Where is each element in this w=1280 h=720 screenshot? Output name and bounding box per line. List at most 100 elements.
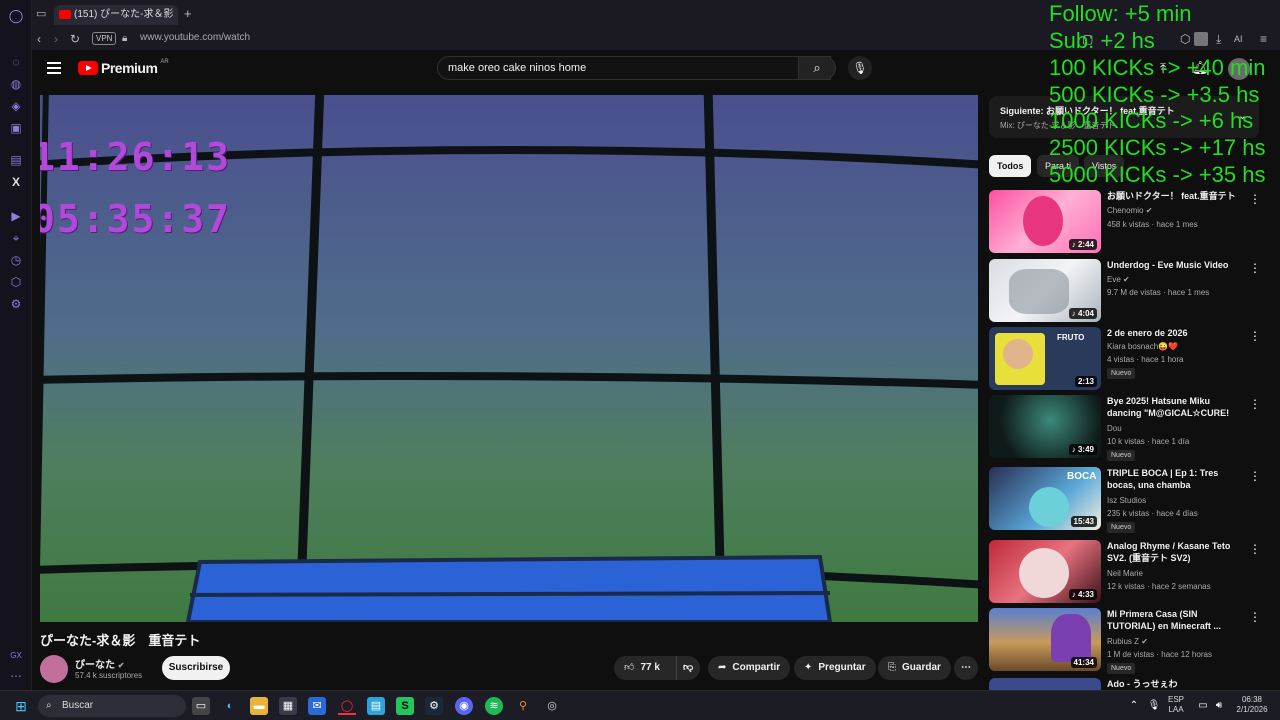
sidebar-aria-icon[interactable]: ◌ (8, 54, 24, 70)
rec-channel: Kiara bosnach😜❤️ (1107, 342, 1179, 351)
back-icon[interactable]: ‹ (37, 31, 41, 47)
download-icon[interactable]: ⤓ (1216, 31, 1221, 47)
more-options-icon[interactable]: ⋮ (1249, 192, 1261, 206)
like-button[interactable]: 👍︎ 77 k (614, 656, 676, 680)
more-options-icon[interactable]: ⋮ (1249, 542, 1261, 556)
rec-meta: 12 k vistas · hace 2 semanas (1107, 582, 1211, 591)
list-item[interactable]: Ado - うっせぇわ (989, 678, 1269, 690)
list-item[interactable]: 41:34 Mi Primera Casa (SIN TUTORIAL) en … (989, 608, 1269, 674)
store-icon[interactable]: ▦ (279, 697, 297, 715)
voice-search-button[interactable]: 🎙︎ (848, 56, 872, 80)
overlay-line: 2500 KICKs -> +17 hs (1049, 135, 1266, 160)
tab-youtube[interactable]: (151) ぴーなた-求＆影 重音テ (54, 5, 178, 25)
save-button[interactable]: ⎘ Guardar (878, 656, 951, 680)
sidebar-play-icon[interactable]: ▶ (8, 208, 24, 224)
share-button[interactable]: ➦ Compartir (708, 656, 791, 680)
dislike-button[interactable]: 👎︎ (676, 656, 700, 680)
app-s-icon[interactable]: S (396, 697, 414, 715)
overlay-line: Sub: +2 hs (1049, 28, 1155, 53)
video-player[interactable]: 11:26:13 05:35:37 (40, 95, 978, 622)
opera-gx-icon[interactable]: ◯ (338, 697, 356, 715)
sidebar-player-icon[interactable]: ▣ (8, 120, 24, 136)
vpn-badge[interactable]: VPN (92, 32, 117, 45)
rec-meta: 1 M de vistas · hace 12 horas (1107, 650, 1212, 659)
video-thumbnail[interactable] (989, 678, 1101, 690)
ai-button[interactable]: AI (1234, 31, 1243, 47)
spotify-icon[interactable]: ≋ (485, 697, 503, 715)
tab-title: (151) ぴーなた-求＆影 重音テ (74, 9, 178, 20)
more-options-icon[interactable]: ⋮ (1249, 610, 1261, 624)
opera-logo-icon[interactable]: ◯ (8, 8, 24, 24)
file-explorer-icon[interactable]: ▬ (250, 697, 268, 715)
forward-icon[interactable]: › (54, 31, 58, 47)
microphone-tray-icon[interactable]: 🎙︎ (1145, 697, 1163, 715)
language-indicator[interactable]: ESP LAA (1168, 695, 1184, 715)
extensions-icon[interactable]: ⬡ (1180, 31, 1190, 47)
list-item[interactable]: ♪ 3:49 Bye 2025! Hatsune Miku dancing "M… (989, 395, 1269, 461)
list-item[interactable]: FRUTO 2:13 2 de enero de 2026 Kiara bosn… (989, 327, 1269, 391)
sidebar-pin-icon[interactable]: ⌖ (8, 230, 24, 246)
sidebar-history-icon[interactable]: ◷ (8, 252, 24, 268)
menu-icon[interactable]: ≡ (1260, 31, 1267, 47)
task-view-icon[interactable]: ▭ (192, 697, 210, 715)
obs-icon[interactable]: ◎ (543, 697, 561, 715)
more-options-icon[interactable]: ⋮ (1249, 329, 1261, 343)
youtube-logo[interactable]: Premium AR (78, 59, 169, 77)
rec-channel: Eve ✔ (1107, 275, 1130, 284)
video-thumbnail[interactable]: 41:34 (989, 608, 1101, 671)
sidebar-gx-icon[interactable]: GX (8, 648, 24, 664)
list-item[interactable]: ♪ 4:04 Underdog - Eve Music Video Eve ✔ … (989, 259, 1269, 323)
list-item[interactable]: ♪ 4:33 Analog Rhyme / Kasane Teto SV2. (… (989, 540, 1269, 604)
new-badge: Nuevo (1107, 522, 1136, 533)
overlay-line: Follow: +5 min (1049, 1, 1192, 26)
rec-meta: 458 k vistas · hace 1 mes (1107, 220, 1198, 229)
sidebar-twitch-icon[interactable]: ▤ (8, 152, 24, 168)
search-button[interactable]: ⌕ (798, 56, 836, 80)
subscribe-button[interactable]: Suscribirse (162, 656, 230, 680)
more-options-icon[interactable]: ⋮ (1249, 261, 1261, 275)
windows-start-icon[interactable]: ⊞ (12, 697, 30, 715)
video-thumbnail[interactable]: ♪ 4:33 (989, 540, 1101, 603)
channel-name[interactable]: ぴーなた ✔ (75, 656, 124, 671)
list-item[interactable]: ♪ 2:44 お願いドクター！ feat.重音テト Chenomio ✔ 458… (989, 190, 1269, 254)
sidebar-more-icon[interactable]: ⋯ (8, 668, 24, 684)
duration-badge: 2:13 (1074, 376, 1097, 387)
video-thumbnail[interactable]: ♪ 2:44 (989, 190, 1101, 253)
search-app-icon[interactable]: ⚲ (514, 697, 532, 715)
sidebar-messenger-icon[interactable]: ◈ (8, 98, 24, 114)
video-thumbnail[interactable]: ♪ 4:04 (989, 259, 1101, 322)
sidebar-settings-icon[interactable]: ⚙ (8, 296, 24, 312)
ask-button[interactable]: ✦ Preguntar (794, 656, 876, 680)
channel-avatar[interactable] (40, 655, 68, 683)
tab-menu-icon[interactable]: ▭ (36, 6, 46, 22)
more-options-icon[interactable]: ⋮ (1249, 397, 1261, 411)
volume-icon[interactable]: 🔊︎ (1210, 697, 1228, 715)
discord-icon[interactable]: ◉ (455, 697, 473, 715)
list-item[interactable]: BOCA 15:43 TRIPLE BOCA | Ep 1: Tres boca… (989, 467, 1269, 533)
notepad-icon[interactable]: ▤ (367, 697, 385, 715)
new-tab-icon[interactable]: + (184, 6, 192, 22)
video-thumbnail[interactable]: FRUTO 2:13 (989, 327, 1101, 390)
profile-icon[interactable] (1194, 32, 1208, 46)
tray-chevron-icon[interactable]: ⌃ (1125, 697, 1143, 715)
chip-todos[interactable]: Todos (989, 155, 1032, 177)
more-actions-button[interactable]: ⋯ (954, 656, 978, 680)
sidebar-extensions-icon[interactable]: ⬡ (8, 274, 24, 290)
steam-icon[interactable]: ⚙ (425, 697, 443, 715)
taskbar-search-input[interactable]: ⌕ Buscar (38, 695, 186, 717)
more-options-icon[interactable]: ⋮ (1249, 469, 1261, 483)
overlay-line: 500 KICKs -> +3.5 hs (1049, 82, 1260, 107)
hamburger-menu-icon[interactable] (47, 62, 61, 74)
url-field[interactable]: www.youtube.com/watch (140, 32, 250, 43)
clock-date: 2/1/2026 (1236, 705, 1268, 714)
sidebar-x-icon[interactable]: X (8, 174, 24, 190)
search-input[interactable]: make oreo cake ninos home ✕ (437, 56, 831, 80)
video-thumbnail[interactable]: ♪ 3:49 (989, 395, 1101, 458)
mail-icon[interactable]: ✉ (308, 697, 326, 715)
edge-icon[interactable]: ◐ (221, 697, 239, 715)
lock-icon[interactable]: 🔒︎ (122, 31, 127, 47)
sidebar-chatgpt-icon[interactable]: ◍ (8, 76, 24, 92)
video-thumbnail[interactable]: BOCA 15:43 (989, 467, 1101, 530)
clock[interactable]: 06:38 2/1/2026 (1230, 695, 1274, 715)
reload-icon[interactable]: ↻ (70, 31, 80, 47)
